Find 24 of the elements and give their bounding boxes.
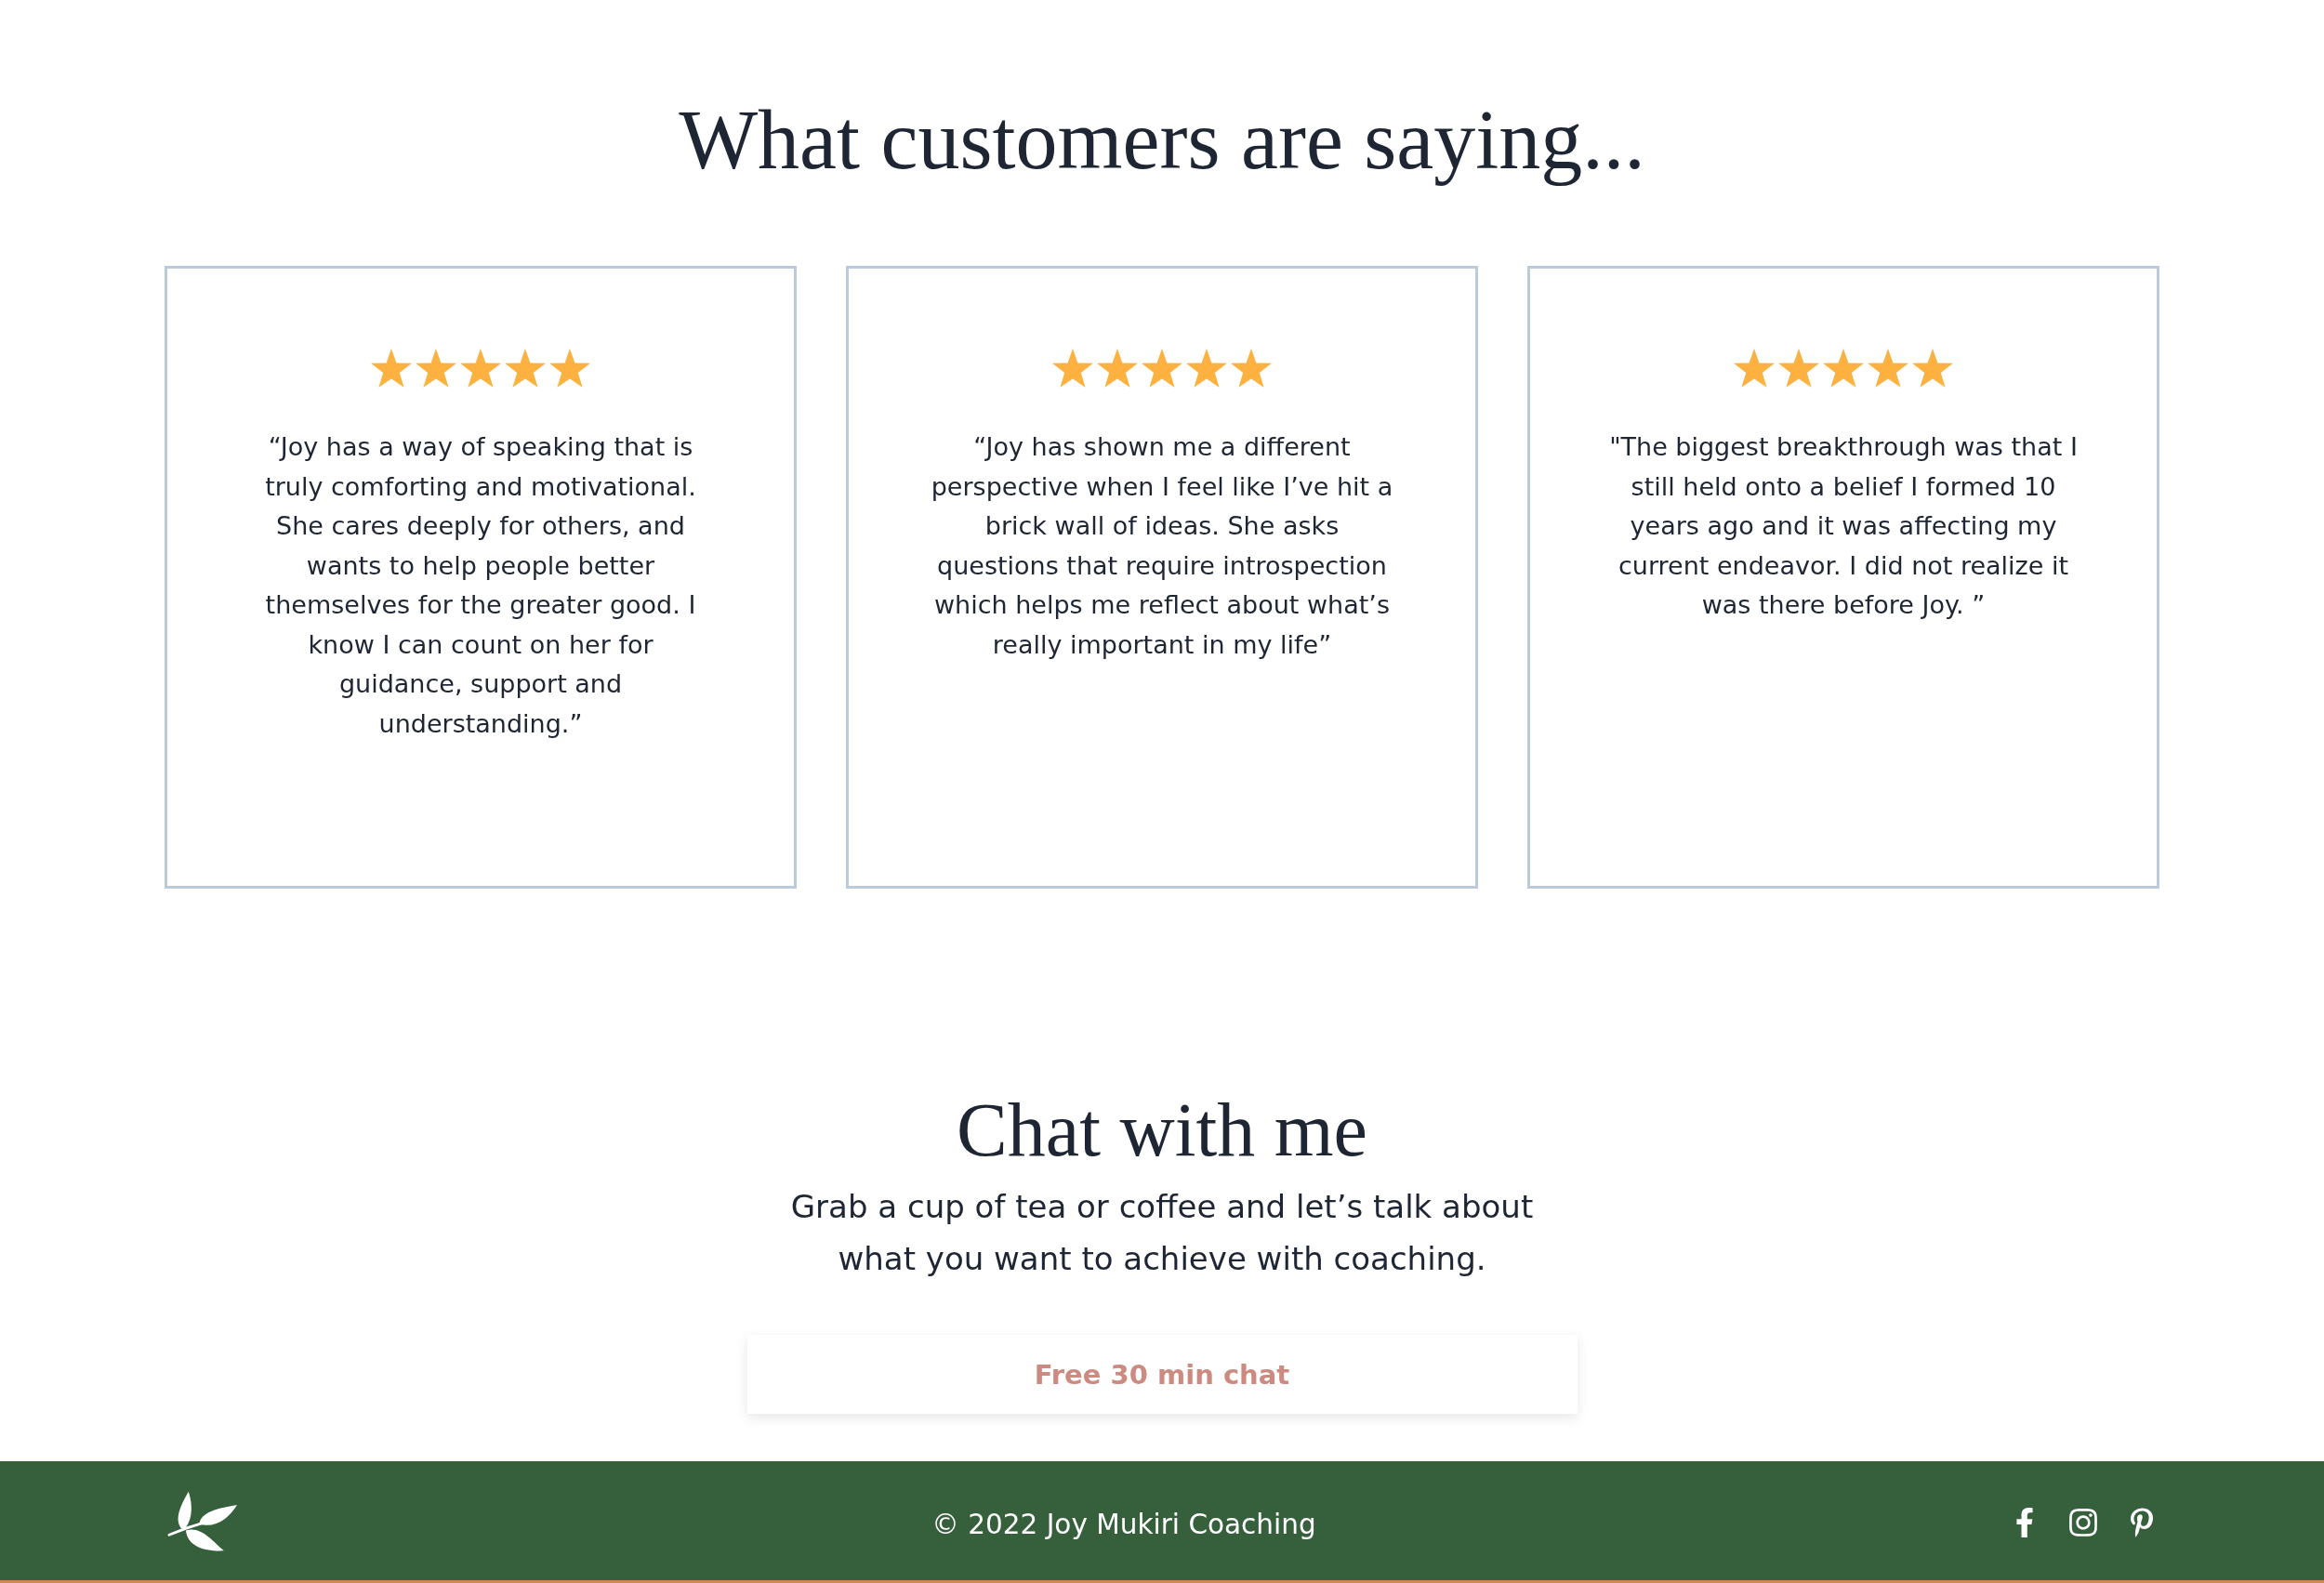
star-icon <box>1867 348 1909 389</box>
star-icon <box>548 348 591 389</box>
testimonial-quote: “Joy has a way of speaking that is truly comforting and motivational. She cares deeply for others, and wants to help people better themselves for the greater good. I know I can count on her for guidance, support and understanding.” <box>264 431 697 740</box>
star-icon <box>1051 348 1094 389</box>
star-icon <box>1141 348 1183 389</box>
star-icon <box>1733 348 1776 389</box>
star-icon <box>1777 348 1820 389</box>
star-icon <box>1822 348 1865 389</box>
star-icon <box>415 348 457 389</box>
free-chat-button[interactable]: Free 30 min chat <box>746 1335 1578 1414</box>
star-icon <box>1911 348 1954 389</box>
star-icon <box>1185 348 1228 389</box>
testimonial-quote: "The biggest breakthrough was that I still held onto a belief I formed 10 years ago and it was affecting my current endeavor. I did not realize it was there before Joy. ” <box>1608 431 2079 621</box>
copyright-text: © 2022 Joy Mukiri Coaching <box>931 1508 1316 1540</box>
chat-text: Grab a cup of tea or coffee and let’s talk about what you want to achieve with coaching. <box>789 1187 1535 1279</box>
chat-heading: Chat with me <box>957 1087 1367 1174</box>
star-icon <box>1230 348 1273 389</box>
instagram-icon[interactable] <box>2067 1507 2099 1538</box>
section-heading: What customers are saying... <box>679 93 1645 188</box>
star-icon <box>1096 348 1139 389</box>
star-icon <box>370 348 413 389</box>
star-icon <box>504 348 547 389</box>
star-icon <box>459 348 502 389</box>
testimonial-quote: “Joy has shown me a different perspective when I feel like I’ve hit a brick wall of ideas. She asks questions that require introspection which helps me reflect about what’s really important in my life” <box>930 431 1394 661</box>
